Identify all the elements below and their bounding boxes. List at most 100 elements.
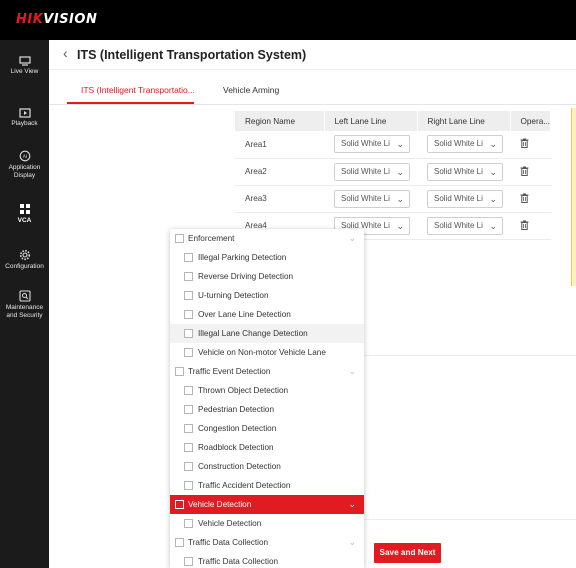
checkbox[interactable] xyxy=(184,424,193,433)
tab-its[interactable]: ITS (Intelligent Transportatio... xyxy=(81,85,195,95)
checkbox[interactable] xyxy=(184,405,193,414)
column-header-left-lane: Left Lane Line xyxy=(324,111,418,131)
right-lane-select[interactable]: Solid White Li ⌄ xyxy=(427,189,503,208)
dropdown-group-vehicle-detection[interactable]: Vehicle Detection ⌄ xyxy=(170,495,364,514)
sidebar-item-label: Maintenance and Security xyxy=(5,304,44,319)
sidebar-item-configuration[interactable]: Configuration xyxy=(0,249,49,271)
checkbox[interactable] xyxy=(184,329,193,338)
save-and-next-button[interactable]: Save and Next xyxy=(374,543,441,563)
checkbox[interactable] xyxy=(184,310,193,319)
dropdown-option[interactable]: Vehicle Detection xyxy=(170,514,364,533)
dropdown-group-traffic-data[interactable]: Traffic Data Collection ⌄ xyxy=(170,533,364,552)
chevron-down-icon: ⌄ xyxy=(396,193,404,204)
checkbox[interactable] xyxy=(184,291,193,300)
section-divider xyxy=(364,519,576,520)
chevron-down-icon: ⌄ xyxy=(489,166,497,177)
dropdown-option[interactable]: Vehicle on Non-motor Vehicle Lane xyxy=(170,343,364,362)
sidebar-item-label: Playback xyxy=(11,120,38,127)
page-title: ITS (Intelligent Transportation System) xyxy=(77,48,307,62)
dropdown-option[interactable]: Traffic Accident Detection xyxy=(170,476,364,495)
checkbox[interactable] xyxy=(175,234,184,243)
hikvision-logo: HIKVISION xyxy=(16,12,98,27)
column-header-operation: Opera... xyxy=(510,111,552,131)
column-header-region-name: Region Name xyxy=(235,111,325,131)
checkbox[interactable] xyxy=(175,500,184,509)
dropdown-option[interactable]: Congestion Detection xyxy=(170,419,364,438)
chevron-down-icon: ⌄ xyxy=(489,220,497,231)
trash-icon[interactable] xyxy=(520,220,529,230)
chevron-down-icon: ⌄ xyxy=(348,499,356,509)
monitor-icon xyxy=(18,56,31,66)
sidebar-item-label: Application Display xyxy=(8,164,41,179)
sidebar: Live View Playback AI Application Displa… xyxy=(0,40,49,568)
sidebar-item-maintenance[interactable]: Maintenance and Security xyxy=(0,290,49,319)
tab-vehicle-arming[interactable]: Vehicle Arming xyxy=(223,85,279,95)
sidebar-item-vca[interactable]: VCA xyxy=(0,203,49,225)
chevron-down-icon: ⌄ xyxy=(348,366,356,376)
dropdown-option[interactable]: U-turning Detection xyxy=(170,286,364,305)
top-bar: HIKVISION xyxy=(0,0,576,40)
table-row: Area3 Solid White Li ⌄ Solid White Li ⌄ xyxy=(235,185,551,213)
table-row: Area2 Solid White Li ⌄ Solid White Li ⌄ xyxy=(235,158,551,186)
tab-bar: ITS (Intelligent Transportatio... Vehicl… xyxy=(49,75,576,105)
region-name-cell: Area1 xyxy=(235,131,324,159)
active-tab-indicator xyxy=(67,102,194,104)
table-header-row: Region Name Left Lane Line Right Lane Li… xyxy=(235,111,552,131)
chevron-down-icon: ⌄ xyxy=(489,193,497,204)
region-name-cell: Area2 xyxy=(235,158,324,186)
dropdown-option[interactable]: Roadblock Detection xyxy=(170,438,364,457)
checkbox[interactable] xyxy=(184,557,193,566)
checkbox[interactable] xyxy=(184,386,193,395)
chevron-down-icon: ⌄ xyxy=(396,166,404,177)
dropdown-option[interactable]: Pedestrian Detection xyxy=(170,400,364,419)
sidebar-item-playback[interactable]: Playback xyxy=(0,108,49,128)
dropdown-option[interactable]: Thrown Object Detection xyxy=(170,381,364,400)
event-type-dropdown: Enforcement ⌄ Illegal Parking Detection R… xyxy=(170,229,364,568)
sidebar-item-label: Configuration xyxy=(5,263,44,270)
region-table: Region Name Left Lane Line Right Lane Li… xyxy=(235,111,552,240)
sidebar-item-application-display[interactable]: AI Application Display xyxy=(0,150,49,179)
trash-icon[interactable] xyxy=(520,138,529,149)
trash-icon[interactable] xyxy=(520,193,529,203)
right-lane-select[interactable]: Solid White Li ⌄ xyxy=(427,162,503,181)
dropdown-option[interactable]: Traffic Data Collection xyxy=(170,552,364,568)
dropdown-group-enforcement[interactable]: Enforcement ⌄ xyxy=(170,229,364,248)
chevron-down-icon: ⌄ xyxy=(348,233,356,243)
dropdown-option[interactable]: Illegal Parking Detection xyxy=(170,248,364,267)
gear-icon xyxy=(19,249,30,261)
dropdown-group-traffic-event[interactable]: Traffic Event Detection ⌄ xyxy=(170,362,364,381)
play-icon xyxy=(18,108,31,118)
column-header-right-lane: Right Lane Line xyxy=(417,111,511,131)
shield-search-icon xyxy=(18,290,31,302)
chevron-down-icon: ⌄ xyxy=(489,139,497,150)
checkbox[interactable] xyxy=(175,367,184,376)
right-lane-select[interactable]: Solid White Li ⌄ xyxy=(427,216,503,235)
dropdown-option[interactable]: Illegal Lane Change Detection xyxy=(170,324,364,343)
dropdown-option[interactable]: Over Lane Line Detection xyxy=(170,305,364,324)
sidebar-item-label: Live View xyxy=(10,68,39,75)
checkbox[interactable] xyxy=(184,253,193,262)
section-divider xyxy=(364,355,576,356)
checkbox[interactable] xyxy=(184,462,193,471)
sidebar-item-live-view[interactable]: Live View xyxy=(0,56,49,76)
checkbox[interactable] xyxy=(184,272,193,281)
chevron-down-icon: ⌄ xyxy=(396,139,404,150)
chevron-down-icon: ⌄ xyxy=(348,537,356,547)
right-lane-select[interactable]: Solid White Li ⌄ xyxy=(427,135,503,154)
back-arrow-icon[interactable]: ‹ xyxy=(63,46,68,60)
dropdown-option[interactable]: Reverse Driving Detection xyxy=(170,267,364,286)
region-name-cell: Area3 xyxy=(235,185,324,213)
page-header: ‹ ITS (Intelligent Transportation System… xyxy=(49,40,576,70)
checkbox[interactable] xyxy=(175,538,184,547)
left-lane-select[interactable]: Solid White Li ⌄ xyxy=(334,189,410,208)
trash-icon[interactable] xyxy=(520,166,529,176)
chevron-down-icon: ⌄ xyxy=(396,220,404,231)
checkbox[interactable] xyxy=(184,348,193,357)
checkbox[interactable] xyxy=(184,481,193,490)
left-lane-select[interactable]: Solid White Li ⌄ xyxy=(334,162,410,181)
svg-text:AI: AI xyxy=(22,154,26,160)
dropdown-option[interactable]: Construction Detection xyxy=(170,457,364,476)
checkbox[interactable] xyxy=(184,443,193,452)
checkbox[interactable] xyxy=(184,519,193,528)
left-lane-select[interactable]: Solid White Li ⌄ xyxy=(334,135,410,154)
